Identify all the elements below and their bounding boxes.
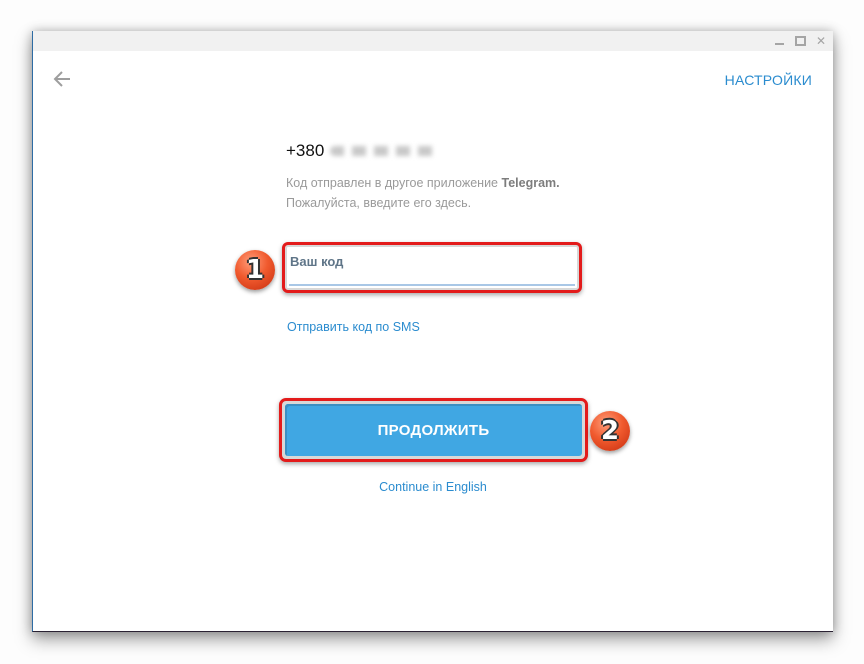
phone-number: +380 <box>286 141 441 161</box>
step-2-badge: 2 <box>590 411 630 451</box>
close-icon: ✕ <box>815 34 827 48</box>
phone-prefix: +380 <box>286 141 325 160</box>
code-input[interactable] <box>289 249 575 286</box>
hint-app-name: Telegram. <box>501 176 560 190</box>
code-field-highlight <box>282 242 582 293</box>
continue-button-highlight: ПРОДОЛЖИТЬ <box>279 398 588 462</box>
hint-text: Код отправлен в другое приложение <box>286 176 502 190</box>
maximize-icon <box>794 36 806 46</box>
title-bar: ✕ <box>33 31 833 51</box>
arrow-left-icon <box>53 71 70 87</box>
minimize-icon <box>774 43 784 45</box>
back-button[interactable] <box>51 67 75 91</box>
continue-in-english-link[interactable]: Continue in English <box>33 480 833 494</box>
phone-number-blurred <box>330 146 441 156</box>
maximize-button[interactable] <box>792 33 808 49</box>
step-1-badge: 1 <box>235 250 275 290</box>
minimize-button[interactable] <box>771 33 787 49</box>
code-hint: Код отправлен в другое приложение Telegr… <box>286 173 606 213</box>
telegram-window: ✕ НАСТРОЙКИ +380 Код отправлен в другое … <box>32 31 833 632</box>
send-sms-link[interactable]: Отправить код по SMS <box>287 320 420 334</box>
settings-link[interactable]: НАСТРОЙКИ <box>725 72 812 88</box>
continue-in-english-label: Continue in English <box>379 480 487 494</box>
close-button[interactable]: ✕ <box>813 33 829 49</box>
hint-line-2: Пожалуйста, введите его здесь. <box>286 196 472 210</box>
continue-button[interactable]: ПРОДОЛЖИТЬ <box>285 404 582 456</box>
